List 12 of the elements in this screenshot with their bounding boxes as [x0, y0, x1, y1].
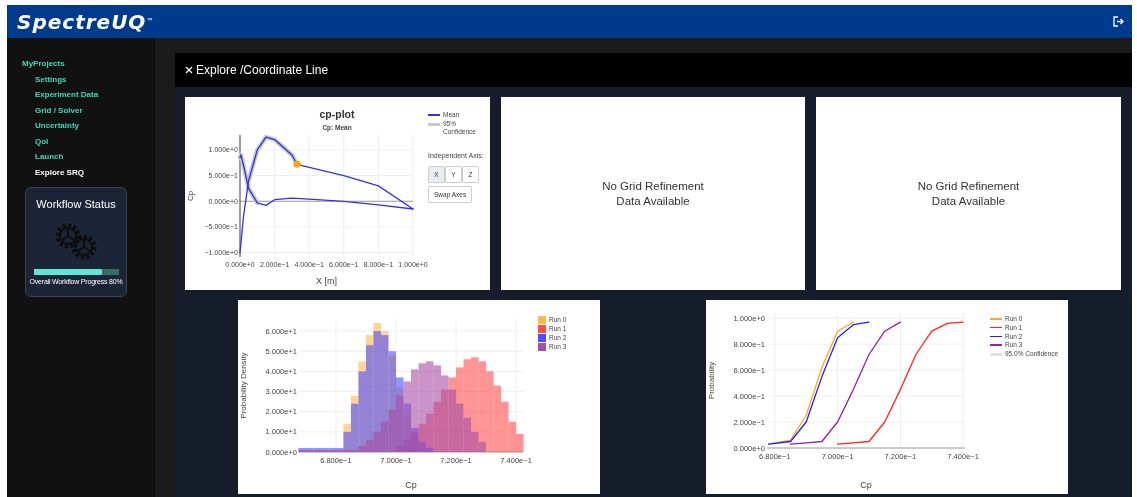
axis-title: Probability Density — [239, 352, 248, 419]
axis-title: Probability — [707, 361, 716, 400]
card-title: Workflow Status — [36, 197, 116, 212]
logo-text: SpectreUQ — [17, 11, 147, 32]
empty-message: No Grid Refinement Data Available — [916, 179, 1021, 208]
axis-title: Cp — [860, 480, 872, 490]
empty-message: No Grid Refinement Data Available — [601, 179, 705, 208]
panel-title: Explore /Coordinate Line — [196, 62, 329, 79]
axis-title: Cp — [405, 480, 417, 490]
axis-title: X [m] — [316, 276, 337, 286]
chart-title: cp-plot — [319, 108, 355, 120]
axis-title: Cp — [186, 190, 195, 202]
